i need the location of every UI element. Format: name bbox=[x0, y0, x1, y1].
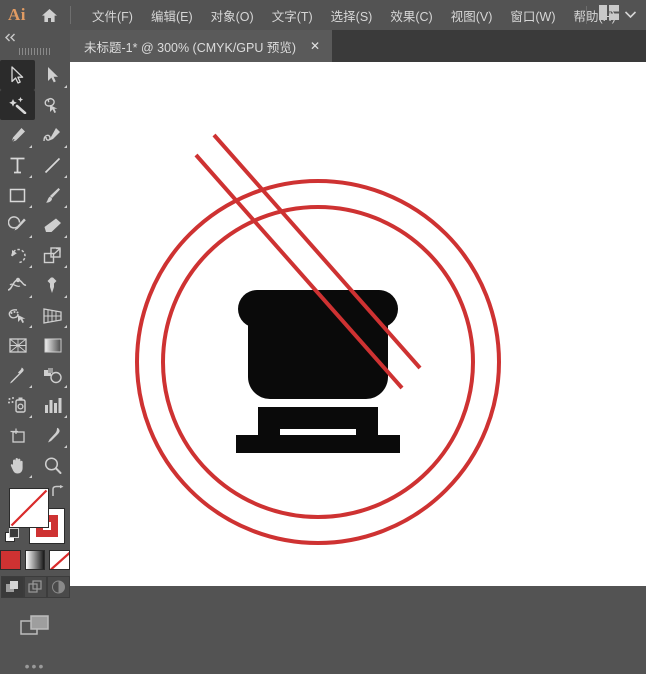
tools-panel: ••• bbox=[0, 30, 70, 586]
perspective-grid-tool[interactable] bbox=[35, 300, 70, 330]
home-icon[interactable] bbox=[34, 0, 64, 30]
ai-app-logo: Ai bbox=[0, 0, 34, 30]
column-graph-tool[interactable] bbox=[35, 390, 70, 420]
more-tools-button[interactable]: ••• bbox=[0, 658, 70, 674]
document-tab[interactable]: 未标题-1* @ 300% (CMYK/GPU 预览) ✕ bbox=[70, 30, 332, 62]
tool-flyout-indicator bbox=[64, 445, 67, 448]
tool-flyout-indicator bbox=[29, 415, 32, 418]
tool-flyout-indicator bbox=[29, 235, 32, 238]
line-segment-tool[interactable] bbox=[35, 150, 70, 180]
pen-tool[interactable] bbox=[0, 120, 35, 150]
change-screen-mode-icon[interactable] bbox=[0, 614, 70, 638]
tool-flyout-indicator bbox=[29, 175, 32, 178]
tool-flyout-indicator bbox=[64, 415, 67, 418]
free-transform-tool[interactable] bbox=[35, 270, 70, 300]
workspace-divider bbox=[586, 6, 587, 24]
menu-view[interactable]: 视图(V) bbox=[442, 2, 502, 29]
tool-flyout-indicator bbox=[29, 145, 32, 148]
tool-grid bbox=[0, 58, 70, 480]
width-tool[interactable] bbox=[0, 270, 35, 300]
menu-select[interactable]: 选择(S) bbox=[322, 2, 382, 29]
tool-flyout-indicator bbox=[64, 295, 67, 298]
menu-object[interactable]: 对象(O) bbox=[202, 2, 263, 29]
color-mode-row bbox=[0, 550, 70, 570]
document-tab-title: 未标题-1* @ 300% (CMYK/GPU 预览) bbox=[84, 37, 296, 56]
tool-flyout-indicator bbox=[64, 175, 67, 178]
mesh-tool[interactable] bbox=[0, 330, 35, 360]
menu-bar: Ai 文件(F) 编辑(E) 对象(O) 文字(T) 选择(S) 效果(C) 视… bbox=[0, 0, 646, 30]
artboard-tool[interactable] bbox=[0, 420, 35, 450]
menu-window[interactable]: 窗口(W) bbox=[501, 2, 564, 29]
no-sewing-spool-prohibition-sign bbox=[70, 62, 646, 586]
drawing-mode-row bbox=[0, 576, 70, 598]
type-tool[interactable] bbox=[0, 150, 35, 180]
tool-flyout-indicator bbox=[64, 265, 67, 268]
tool-flyout-indicator bbox=[64, 235, 67, 238]
curvature-tool[interactable] bbox=[35, 120, 70, 150]
draw-normal-button[interactable] bbox=[1, 576, 24, 598]
shaper-tool[interactable] bbox=[0, 210, 35, 240]
slice-tool[interactable] bbox=[35, 420, 70, 450]
hand-tool[interactable] bbox=[0, 450, 35, 480]
color-mode-button[interactable] bbox=[0, 550, 21, 570]
tool-flyout-indicator bbox=[64, 145, 67, 148]
symbol-sprayer-tool[interactable] bbox=[0, 390, 35, 420]
menubar-right-group bbox=[580, 0, 642, 30]
direct-selection-tool[interactable] bbox=[35, 60, 70, 90]
tool-flyout-indicator bbox=[29, 475, 32, 478]
tool-flyout-indicator bbox=[29, 205, 32, 208]
gradient-mode-button[interactable] bbox=[25, 550, 46, 570]
menu-file[interactable]: 文件(F) bbox=[83, 2, 142, 29]
tool-flyout-indicator bbox=[64, 325, 67, 328]
menubar-divider bbox=[70, 6, 71, 24]
tool-flyout-indicator bbox=[64, 385, 67, 388]
eyedropper-tool[interactable] bbox=[0, 360, 35, 390]
fill-stroke-controls bbox=[0, 484, 70, 546]
workspace-layout-icon bbox=[599, 5, 619, 25]
collapse-panel-button[interactable] bbox=[0, 30, 70, 44]
none-slash-icon bbox=[10, 489, 48, 527]
lasso-tool[interactable] bbox=[35, 90, 70, 120]
shape-builder-tool[interactable] bbox=[0, 300, 35, 330]
close-icon[interactable]: ✕ bbox=[308, 40, 322, 52]
swap-fill-stroke-icon[interactable] bbox=[51, 485, 65, 501]
default-fill-stroke-icon[interactable] bbox=[5, 528, 20, 548]
zoom-tool[interactable] bbox=[35, 450, 70, 480]
document-tab-bar: 未标题-1* @ 300% (CMYK/GPU 预览) ✕ bbox=[70, 30, 646, 62]
magic-wand-tool[interactable] bbox=[0, 90, 35, 120]
grip-dots-icon bbox=[19, 48, 51, 55]
chevron-down-icon bbox=[625, 11, 636, 20]
draw-inside-button[interactable] bbox=[47, 576, 70, 598]
tool-flyout-indicator bbox=[29, 295, 32, 298]
rotate-tool[interactable] bbox=[0, 240, 35, 270]
menu-item-list: 文件(F) 编辑(E) 对象(O) 文字(T) 选择(S) 效果(C) 视图(V… bbox=[83, 2, 625, 29]
illustrator-window: Ai 文件(F) 编辑(E) 对象(O) 文字(T) 选择(S) 效果(C) 视… bbox=[0, 0, 646, 586]
tool-flyout-indicator bbox=[64, 85, 67, 88]
eraser-tool[interactable] bbox=[35, 210, 70, 240]
blend-tool[interactable] bbox=[35, 360, 70, 390]
gradient-tool[interactable] bbox=[35, 330, 70, 360]
menu-edit[interactable]: 编辑(E) bbox=[142, 2, 202, 29]
none-mode-button[interactable] bbox=[49, 550, 70, 570]
tool-flyout-indicator bbox=[64, 205, 67, 208]
panel-drag-handle[interactable] bbox=[0, 44, 70, 58]
draw-behind-button[interactable] bbox=[24, 576, 47, 598]
menu-effect[interactable]: 效果(C) bbox=[381, 2, 441, 29]
tool-flyout-indicator bbox=[29, 385, 32, 388]
spool-glyph bbox=[236, 290, 400, 453]
tool-flyout-indicator bbox=[29, 325, 32, 328]
rectangle-tool[interactable] bbox=[0, 180, 35, 210]
tool-flyout-indicator bbox=[29, 265, 32, 268]
artboard-canvas[interactable] bbox=[70, 62, 646, 586]
selection-tool[interactable] bbox=[0, 60, 35, 90]
workspace-switcher-button[interactable] bbox=[593, 1, 642, 29]
menu-type[interactable]: 文字(T) bbox=[263, 2, 322, 29]
scale-tool[interactable] bbox=[35, 240, 70, 270]
paintbrush-tool[interactable] bbox=[35, 180, 70, 210]
fill-swatch[interactable] bbox=[9, 488, 49, 528]
